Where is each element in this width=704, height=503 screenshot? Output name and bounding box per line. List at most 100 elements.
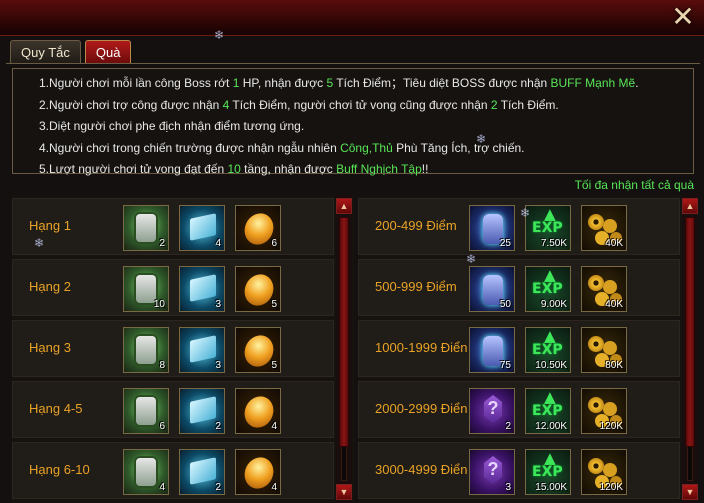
rank-reward-row: Hạng 6-10 4 2 4 — [12, 442, 334, 499]
exp-icon[interactable]: 10.50K — [525, 327, 571, 373]
scroll-thumb[interactable] — [339, 217, 349, 447]
max-all-rewards-link[interactable]: Tối đa nhận tất cả quà — [575, 178, 694, 192]
gold-gem-icon[interactable]: 4 — [235, 449, 281, 495]
item-quantity: 3 — [505, 482, 511, 493]
mystery-box-icon[interactable]: 2 — [469, 388, 515, 434]
skill-book-icon[interactable]: 3 — [179, 266, 225, 312]
rule-highlight: Buff Nghịch Tập — [336, 162, 422, 176]
reward-items: 3 15.00K 120K — [469, 449, 627, 495]
scroll-up-button[interactable]: ▲ — [682, 198, 698, 214]
rule-line: 4.Người chơi trong chiến trường được nhậ… — [39, 138, 693, 160]
item-quantity: 80K — [605, 360, 623, 371]
item-quantity: 40K — [605, 238, 623, 249]
coins-icon[interactable]: 40K — [581, 205, 627, 251]
rune-icon[interactable]: 50 — [469, 266, 515, 312]
mystery-box-icon[interactable]: 3 — [469, 449, 515, 495]
exp-icon[interactable]: 15.00K — [525, 449, 571, 495]
rule-text: Tích Điểm, người chơi tử vong cũng được … — [229, 97, 491, 112]
armor-icon[interactable]: 6 — [123, 388, 169, 434]
item-quantity: 120K — [599, 421, 623, 432]
rune-icon[interactable]: 25 — [469, 205, 515, 251]
point-reward-row: 500-999 Điểm 50 9.00K 40K — [358, 259, 680, 316]
scroll-down-button[interactable]: ▼ — [336, 484, 352, 500]
tab-divider — [6, 63, 700, 64]
exp-icon[interactable]: 7.50K — [525, 205, 571, 251]
skill-book-icon[interactable]: 4 — [179, 205, 225, 251]
armor-icon[interactable]: 10 — [123, 266, 169, 312]
reward-items: 2 4 6 — [123, 205, 281, 251]
rule-text: tầng, nhận được — [240, 162, 337, 176]
scroll-up-button[interactable]: ▲ — [336, 198, 352, 214]
reward-tier-label: 1000-1999 Điển — [375, 340, 468, 355]
reward-items: 6 2 4 — [123, 388, 281, 434]
event-window: ✕ Quy Tắc Quà 1.Người chơi mỗi lần công … — [0, 0, 704, 503]
skill-book-icon[interactable]: 3 — [179, 327, 225, 373]
rule-text: Tích Điểm. — [497, 97, 559, 112]
item-quantity: 15.00K — [535, 482, 567, 493]
item-quantity: 12.00K — [535, 421, 567, 432]
rank-reward-row: Hạng 1 2 4 6 — [12, 198, 334, 255]
scroll-thumb[interactable] — [685, 217, 695, 447]
item-quantity: 7.50K — [540, 238, 567, 249]
gold-gem-icon[interactable]: 4 — [235, 388, 281, 434]
item-quantity: 10 — [153, 299, 165, 310]
gold-gem-icon[interactable]: 5 — [235, 266, 281, 312]
reward-tier-label: 200-499 Điểm — [375, 218, 457, 233]
gold-gem-icon[interactable]: 6 — [235, 205, 281, 251]
item-quantity: 120K — [599, 482, 623, 493]
reward-items: 4 2 4 — [123, 449, 281, 495]
point-reward-row: 3000-4999 Điển 3 15.00K 120K — [358, 442, 680, 499]
rule-text: Tích Điểm；Tiêu diệt BOSS được nhận — [333, 76, 551, 90]
coins-icon[interactable]: 120K — [581, 388, 627, 434]
snowflake-icon: ❄ — [214, 28, 225, 42]
rule-line: 2.Người chơi trợ công được nhận 4 Tích Đ… — [39, 95, 693, 117]
rule-text: 3.Diệt người chơi phe địch nhận điểm tươ… — [39, 119, 305, 133]
reward-tier-label: 500-999 Điểm — [375, 279, 457, 294]
coins-icon[interactable]: 120K — [581, 449, 627, 495]
rule-highlight: BUFF Mạnh Mẽ — [550, 76, 636, 90]
item-quantity: 2 — [215, 421, 221, 432]
close-icon[interactable]: ✕ — [670, 3, 696, 31]
reward-tier-label: Hạng 2 — [29, 279, 71, 294]
skill-book-icon[interactable]: 2 — [179, 388, 225, 434]
armor-icon[interactable]: 8 — [123, 327, 169, 373]
point-rewards-scrollbar[interactable]: ▲ ▼ — [682, 195, 698, 503]
rank-reward-row: Hạng 2 10 3 5 — [12, 259, 334, 316]
item-quantity: 75 — [499, 360, 511, 371]
gold-gem-icon[interactable]: 5 — [235, 327, 281, 373]
exp-icon[interactable]: 12.00K — [525, 388, 571, 434]
reward-tier-label: Hạng 6-10 — [29, 462, 90, 477]
item-quantity: 50 — [499, 299, 511, 310]
rules-box: 1.Người chơi mỗi lần công Boss rớt 1 HP,… — [12, 68, 694, 176]
tab-rewards[interactable]: Quà — [84, 40, 132, 64]
rank-rewards-panel: Hạng 6-10 4 2 4 Hạng 4-5 6 2 4 Hạng 3 8 3 5 Hạng 2 10… — [12, 195, 354, 503]
rune-icon[interactable]: 75 — [469, 327, 515, 373]
rule-text: HP, nhận được — [239, 76, 327, 90]
reward-items: 75 10.50K 80K — [469, 327, 627, 373]
item-quantity: 2 — [505, 421, 511, 432]
reward-tier-label: Hạng 1 — [29, 218, 71, 233]
rank-reward-row: Hạng 3 8 3 5 — [12, 320, 334, 377]
coins-icon[interactable]: 40K — [581, 266, 627, 312]
snowflake-icon: ❄ — [34, 236, 45, 250]
snowflake-icon: ❄ — [476, 132, 487, 146]
tab-rules[interactable]: Quy Tắc — [10, 40, 81, 64]
rule-line: 3.Diệt người chơi phe địch nhận điểm tươ… — [39, 116, 693, 138]
armor-icon[interactable]: 2 — [123, 205, 169, 251]
rank-rewards-scrollbar[interactable]: ▲ ▼ — [336, 195, 352, 503]
armor-icon[interactable]: 4 — [123, 449, 169, 495]
coins-icon[interactable]: 80K — [581, 327, 627, 373]
snowflake-icon: ❄ — [520, 206, 531, 220]
rule-text: 5.Lượt người chơi tử vong đạt đến — [39, 162, 228, 176]
reward-items: 10 3 5 — [123, 266, 281, 312]
reward-tier-label: 2000-2999 Điển — [375, 401, 468, 416]
item-quantity: 3 — [215, 299, 221, 310]
scroll-down-button[interactable]: ▼ — [682, 484, 698, 500]
item-quantity: 4 — [271, 482, 277, 493]
item-quantity: 9.00K — [540, 299, 567, 310]
rule-highlight: 2 — [490, 97, 498, 112]
reward-items: 2 12.00K 120K — [469, 388, 627, 434]
skill-book-icon[interactable]: 2 — [179, 449, 225, 495]
reward-tier-label: Hạng 3 — [29, 340, 71, 355]
exp-icon[interactable]: 9.00K — [525, 266, 571, 312]
